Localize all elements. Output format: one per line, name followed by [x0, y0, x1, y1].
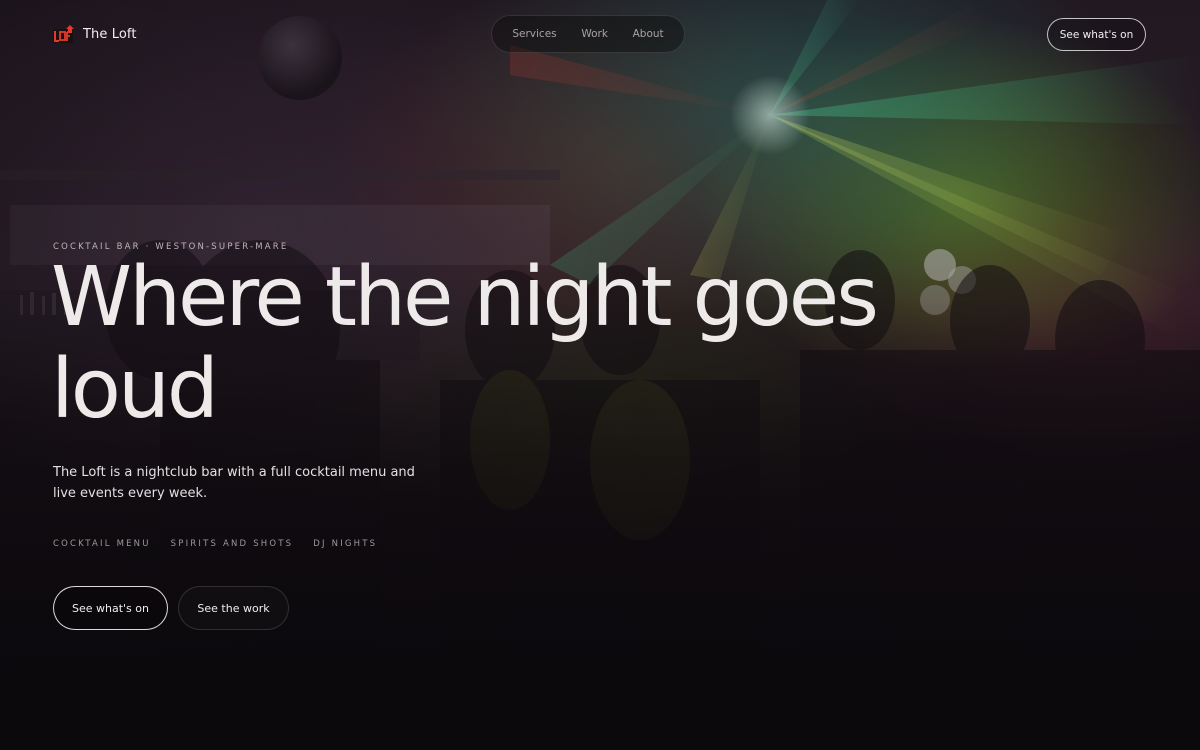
- loft-logo-icon: [53, 24, 75, 44]
- nav-item-about[interactable]: About: [633, 28, 664, 40]
- nav-item-work[interactable]: Work: [581, 28, 608, 40]
- tag-cocktail-menu: COCKTAIL MENU: [53, 539, 151, 549]
- main-navigation: Services Work About: [491, 15, 685, 53]
- hero-tags: COCKTAIL MENU SPIRITS AND SHOTS DJ NIGHT…: [53, 539, 377, 549]
- tag-spirits-and-shots: SPIRITS AND SHOTS: [170, 539, 294, 549]
- see-whats-on-button[interactable]: See what's on: [53, 586, 168, 630]
- see-the-work-button[interactable]: See the work: [178, 586, 289, 630]
- tag-dj-nights: DJ NIGHTS: [313, 539, 378, 549]
- hero-headline: Where the night goes loud: [51, 250, 879, 437]
- brand-logo[interactable]: The Loft: [53, 24, 137, 44]
- header-see-whats-on-button[interactable]: See what's on: [1047, 18, 1146, 51]
- brand-name: The Loft: [83, 26, 137, 42]
- nav-item-services[interactable]: Services: [512, 28, 556, 40]
- hero-section: The Loft Services Work About See what's …: [0, 0, 1200, 750]
- hero-intro: The Loft is a nightclub bar with a full …: [53, 465, 415, 501]
